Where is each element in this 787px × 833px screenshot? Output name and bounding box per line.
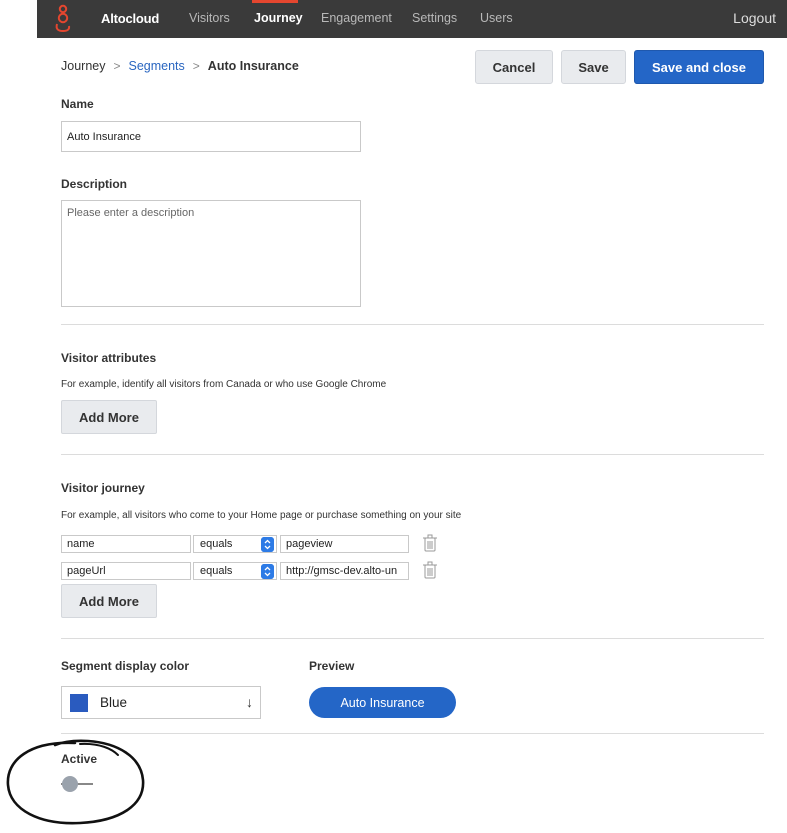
name-input[interactable] bbox=[61, 121, 361, 152]
nav-journey[interactable]: Journey bbox=[254, 11, 303, 25]
visitor-journey-hint: For example, all visitors who come to yo… bbox=[61, 510, 462, 521]
down-arrow-icon: ↓ bbox=[246, 694, 253, 710]
visitor-attributes-hint: For example, identify all visitors from … bbox=[61, 379, 387, 390]
nav-visitors[interactable]: Visitors bbox=[189, 11, 230, 25]
color-swatch bbox=[70, 693, 88, 712]
preview-label: Preview bbox=[309, 659, 355, 673]
breadcrumb-journey[interactable]: Journey bbox=[61, 59, 105, 73]
breadcrumb-separator: > bbox=[113, 59, 121, 73]
annotation-circle bbox=[6, 739, 145, 825]
section-divider bbox=[61, 638, 764, 639]
section-divider bbox=[61, 454, 764, 455]
journey-operator-value: equals bbox=[200, 538, 233, 550]
color-name: Blue bbox=[100, 695, 128, 710]
select-caret-icon bbox=[261, 564, 274, 579]
segment-preview-pill: Auto Insurance bbox=[309, 687, 456, 718]
select-caret-icon bbox=[261, 537, 274, 552]
altocloud-logo-icon[interactable] bbox=[53, 4, 73, 34]
add-attribute-button[interactable]: Add More bbox=[61, 400, 157, 434]
save-button[interactable]: Save bbox=[561, 50, 626, 84]
description-textarea[interactable] bbox=[61, 200, 361, 307]
nav-users[interactable]: Users bbox=[480, 11, 513, 25]
trash-icon[interactable] bbox=[422, 534, 438, 552]
journey-value-input[interactable] bbox=[280, 535, 409, 553]
top-navigation-bar: Altocloud Visitors Journey Engagement Se… bbox=[37, 0, 787, 38]
section-divider bbox=[61, 733, 764, 734]
description-label: Description bbox=[61, 177, 128, 191]
section-divider bbox=[61, 324, 764, 325]
visitor-journey-title: Visitor journey bbox=[61, 481, 145, 495]
active-nav-indicator bbox=[252, 0, 298, 3]
cancel-button[interactable]: Cancel bbox=[475, 50, 553, 84]
journey-value-input[interactable] bbox=[280, 562, 409, 580]
journey-field-input[interactable] bbox=[61, 535, 191, 553]
journey-operator-select[interactable]: equals bbox=[193, 562, 277, 580]
save-and-close-button[interactable]: Save and close bbox=[634, 50, 764, 84]
breadcrumb-current: Auto Insurance bbox=[207, 59, 299, 73]
logout-link[interactable]: Logout bbox=[733, 10, 776, 26]
journey-operator-value: equals bbox=[200, 565, 233, 577]
name-label: Name bbox=[61, 97, 94, 111]
brand-name[interactable]: Altocloud bbox=[101, 11, 159, 26]
nav-settings[interactable]: Settings bbox=[412, 11, 457, 25]
add-journey-step-button[interactable]: Add More bbox=[61, 584, 157, 618]
trash-icon[interactable] bbox=[422, 561, 438, 579]
breadcrumb-separator: > bbox=[192, 59, 200, 73]
visitor-attributes-title: Visitor attributes bbox=[61, 351, 157, 365]
nav-engagement[interactable]: Engagement bbox=[321, 11, 392, 25]
segment-color-select[interactable]: Blue ↓ bbox=[61, 686, 261, 719]
journey-field-input[interactable] bbox=[61, 562, 191, 580]
breadcrumb-segments[interactable]: Segments bbox=[129, 59, 185, 73]
segment-color-label: Segment display color bbox=[61, 659, 190, 673]
journey-operator-select[interactable]: equals bbox=[193, 535, 277, 553]
breadcrumb: Journey > Segments > Auto Insurance bbox=[61, 59, 299, 73]
